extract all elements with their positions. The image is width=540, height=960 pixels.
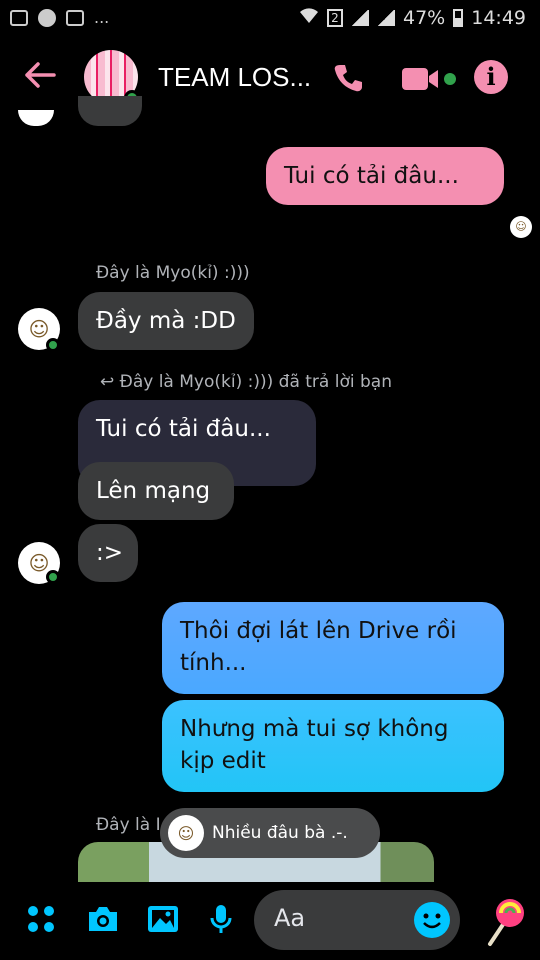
seen-avatar: ☺ (510, 216, 532, 238)
status-bar: ... 2 47% 14:49 (0, 0, 540, 38)
overflow-dots: ... (94, 8, 110, 27)
camera-icon[interactable] (86, 904, 120, 938)
message-placeholder: Aa (274, 904, 306, 932)
lollipop-icon[interactable] (482, 896, 526, 952)
sim-badge: 2 (327, 8, 343, 27)
toast-text: Nhiều đâu bà .-. (212, 823, 348, 843)
messenger-icon (38, 8, 56, 27)
online-indicator (46, 338, 60, 352)
signal-icon (351, 9, 369, 26)
battery-percent: 47% (403, 6, 446, 29)
sender-name: Đây là I (96, 815, 161, 835)
info-icon[interactable]: i (474, 60, 508, 94)
reply-note: ↩ Đây là Myo(kỉ) :))) đã trả lời bạn (100, 372, 392, 392)
message-incoming[interactable]: Lên mạng (78, 462, 234, 520)
message-incoming[interactable]: :> (78, 524, 138, 582)
clock: 14:49 (471, 6, 526, 29)
toast-avatar: ☺ (168, 815, 204, 851)
video-call-icon[interactable] (402, 66, 458, 96)
image-icon[interactable] (146, 904, 180, 938)
conversation-title[interactable]: TEAM LOS... (158, 62, 311, 93)
apps-icon[interactable] (26, 904, 56, 938)
message-outgoing[interactable]: Tui có tải đâu... (266, 147, 504, 205)
signal-icon-2 (377, 9, 395, 26)
composer-bar: Aa (0, 882, 540, 960)
microphone-icon[interactable] (210, 904, 232, 940)
new-message-toast[interactable]: ☺ Nhiều đâu bà .-. (160, 808, 380, 858)
message-outgoing[interactable]: Nhưng mà tui sợ không kịp edit (162, 700, 504, 792)
avatar-partial (18, 110, 54, 126)
sender-name: Đây là Myo(kỉ) :))) (96, 263, 250, 283)
reply-icon: ↩ (100, 372, 120, 392)
message-partial (78, 96, 142, 126)
message-incoming[interactable]: Đầy mà :DD (78, 292, 254, 350)
video-icon (10, 9, 28, 26)
message-input[interactable]: Aa (254, 890, 460, 950)
wifi-icon (299, 6, 319, 29)
gallery-icon (66, 9, 84, 26)
message-outgoing[interactable]: Thôi đợi lát lên Drive rồi tính... (162, 602, 504, 694)
back-arrow-icon[interactable] (24, 62, 56, 92)
online-indicator (46, 570, 60, 584)
emoji-icon[interactable] (414, 902, 450, 938)
battery-icon (453, 8, 464, 27)
phone-icon[interactable] (332, 62, 364, 98)
